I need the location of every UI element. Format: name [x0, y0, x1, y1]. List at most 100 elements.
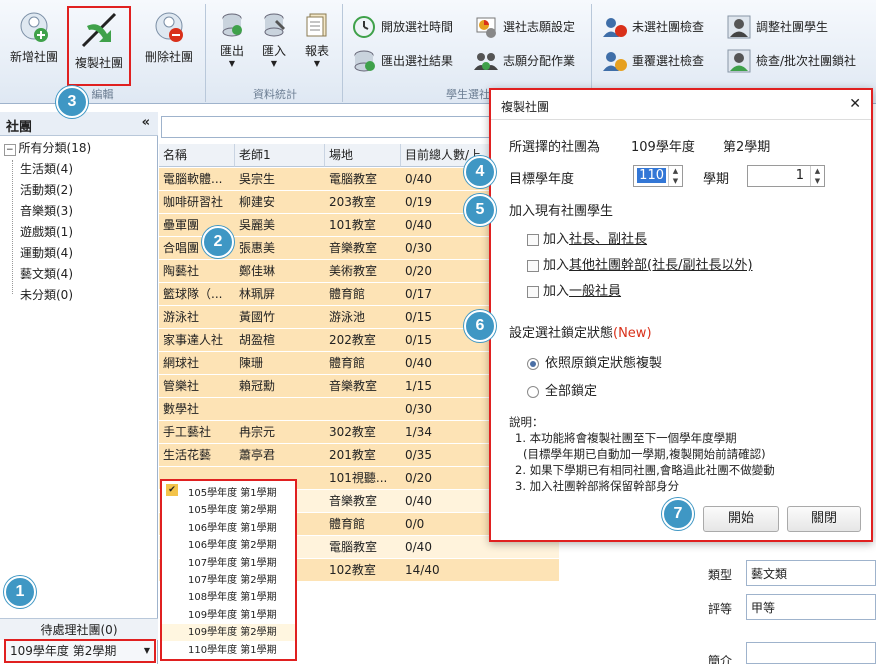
tree-root-label: 所有分類(18) — [18, 141, 92, 155]
checkbox-members[interactable] — [527, 285, 539, 298]
col-header-teacher[interactable]: 老師1 — [235, 144, 325, 167]
term-option[interactable]: 107學年度 第1學期 — [162, 555, 295, 572]
term-value[interactable]: 1 — [796, 168, 804, 183]
checkbox-officers[interactable] — [527, 259, 539, 272]
radio-all-lock-icon[interactable] — [527, 385, 539, 398]
selected-club-label: 所選擇的社團為 — [509, 140, 601, 155]
start-button[interactable]: 開始 — [703, 506, 779, 532]
check-officers[interactable]: 加入其他社團幹部(社長/副社長以外) — [527, 254, 753, 273]
target-year-value[interactable]: 110 — [637, 168, 666, 183]
clock-icon — [353, 16, 375, 38]
copy-club-dialog: 複製社團 ✕ 所選擇的社團為 109學年度 第2學期 目標學年度 110 ▲ ▼ … — [489, 88, 873, 542]
term-option[interactable]: 107學年度 第2學期 — [162, 572, 295, 589]
user-check-icon — [603, 18, 627, 37]
open-selection-time-button[interactable]: 開放選社時間 — [347, 16, 467, 38]
batch-lock-label: 檢查/批次社團鎖社 — [756, 54, 857, 68]
close-button[interactable]: 關閉 — [787, 506, 861, 532]
close-icon[interactable]: ✕ — [849, 96, 861, 112]
radio-keep-lock-icon[interactable] — [527, 357, 539, 370]
grade-field[interactable]: 甲等 — [746, 594, 876, 620]
import-button[interactable]: 匯入 ▼ — [256, 12, 292, 68]
table-cell: 管樂社 — [163, 379, 200, 393]
note-1b: (目標學年期已自動加一學期,複製開始前請確認) — [523, 447, 766, 461]
open-selection-time-label: 開放選社時間 — [381, 20, 454, 34]
check-officers-link[interactable]: 其他社團幹部(社長/副社長以外) — [569, 258, 753, 273]
check-leaders[interactable]: 加入社長、副社長 — [527, 228, 647, 247]
col-header-name[interactable]: 名稱 — [159, 144, 235, 167]
term-option[interactable]: 110學年度 第1學期 — [162, 642, 295, 659]
table-cell: 數學社 — [163, 402, 200, 416]
table-cell: 籃球隊（... — [163, 287, 223, 301]
pending-clubs[interactable]: 待處理社團(0) — [0, 618, 158, 640]
table-cell: 咖啡研習社 — [163, 195, 224, 209]
table-cell: 203教室 — [329, 195, 376, 209]
type-field[interactable]: 藝文類 — [746, 560, 876, 586]
report-button[interactable]: 報表 ▼ — [298, 12, 336, 68]
term-option[interactable]: 105學年度 第1學期 — [162, 485, 295, 502]
radio-keep-lock[interactable]: 依照原鎖定狀態複製 — [527, 352, 662, 371]
preference-allocation-button[interactable]: 志願分配作業 — [469, 50, 589, 72]
term-spinner-arrows-icon[interactable]: ▲ ▼ — [810, 166, 824, 186]
radio-all-lock[interactable]: 全部鎖定 — [527, 380, 597, 399]
spinner-arrows-icon[interactable]: ▲ ▼ — [668, 166, 682, 186]
table-cell: 14/40 — [405, 563, 440, 577]
import-icon — [264, 13, 285, 37]
term-select[interactable]: 109學年度 第2學期 ▼ — [4, 639, 156, 663]
delete-club-button[interactable]: 刪除社團 — [138, 10, 200, 65]
checkbox-leaders[interactable] — [527, 233, 539, 246]
step-badge-6: 6 — [464, 310, 496, 342]
term-option[interactable]: 106學年度 第1學期 — [162, 520, 295, 537]
type-label: 類型 — [708, 568, 733, 582]
term-spinner[interactable]: 1 ▲ ▼ — [747, 165, 825, 187]
batch-lock-button[interactable]: 檢查/批次社團鎖社 — [722, 49, 876, 73]
tree-item[interactable]: 音樂類(3) — [20, 201, 73, 222]
selection-preference-button[interactable]: 選社志願設定 — [469, 16, 589, 38]
intro-label: 簡介 — [708, 654, 733, 664]
export-selection-result-button[interactable]: 匯出選社結果 — [347, 50, 467, 72]
chevron-down-icon[interactable]: ▼ — [144, 641, 150, 661]
check-icon: ✔ — [166, 484, 178, 496]
term-option[interactable]: 105學年度 第2學期 — [162, 502, 295, 519]
tree-item[interactable]: 運動類(4) — [20, 243, 73, 264]
tree-item[interactable]: 活動類(2) — [20, 180, 73, 201]
minus-icon[interactable]: − — [4, 144, 16, 156]
grade-value: 甲等 — [751, 601, 776, 615]
duplicate-check-button[interactable]: 重覆選社檢查 — [598, 50, 720, 72]
table-cell: 陶藝社 — [163, 264, 200, 278]
copy-club-button[interactable]: 複製社團 — [67, 6, 131, 86]
tree-item[interactable]: 藝文類(4) — [20, 264, 73, 285]
selected-term: 第2學期 — [723, 140, 771, 155]
term-option[interactable]: 109學年度 第2學期 — [162, 624, 295, 642]
check-members-link[interactable]: 一般社員 — [569, 284, 621, 299]
collapse-icon[interactable]: « — [142, 115, 150, 130]
tree-root[interactable]: − 所有分類(18) — [4, 138, 91, 159]
adjust-students-icon — [727, 15, 751, 39]
preference-allocation-label: 志願分配作業 — [503, 54, 576, 68]
export-button[interactable]: 匯出 ▼ — [214, 12, 250, 68]
tree-item[interactable]: 遊戲類(1) — [20, 222, 73, 243]
table-cell: 音樂教室 — [329, 241, 378, 255]
table-cell: 蕭亭君 — [239, 448, 276, 462]
table-cell: 101教室 — [329, 218, 376, 232]
tree-item[interactable]: 未分類(0) — [20, 285, 73, 306]
table-cell — [325, 398, 401, 421]
check-leaders-link[interactable]: 社長、副社長 — [569, 232, 647, 247]
term-option[interactable]: 106學年度 第2學期 — [162, 537, 295, 554]
col-header-venue[interactable]: 場地 — [325, 144, 401, 167]
delete-club-icon — [155, 12, 183, 42]
step-badge-1: 1 — [4, 576, 36, 608]
adjust-students-button[interactable]: 調整社團學生 — [722, 15, 872, 39]
notes: 說明： 1. 本功能將會複製社團至下一個學年度學期 (目標學年期已自動加一學期,… — [509, 414, 775, 494]
table-cell: 吳宗生 — [239, 172, 276, 186]
term-option[interactable]: 108學年度 第1學期 — [162, 589, 295, 606]
check-members[interactable]: 加入一般社員 — [527, 280, 621, 299]
intro-field[interactable] — [746, 642, 876, 664]
add-club-label: 新增社團 — [9, 50, 58, 64]
target-year-spinner[interactable]: 110 ▲ ▼ — [633, 165, 683, 187]
tree-item[interactable]: 生活類(4) — [20, 159, 73, 180]
check-members-pre: 加入 — [543, 284, 570, 299]
unselected-check-button[interactable]: 未選社團檢查 — [598, 16, 720, 38]
table-cell: 生活花藝 — [163, 448, 212, 462]
term-option[interactable]: 109學年度 第1學期 — [162, 607, 295, 624]
add-club-button[interactable]: 新增社團 — [6, 10, 62, 65]
